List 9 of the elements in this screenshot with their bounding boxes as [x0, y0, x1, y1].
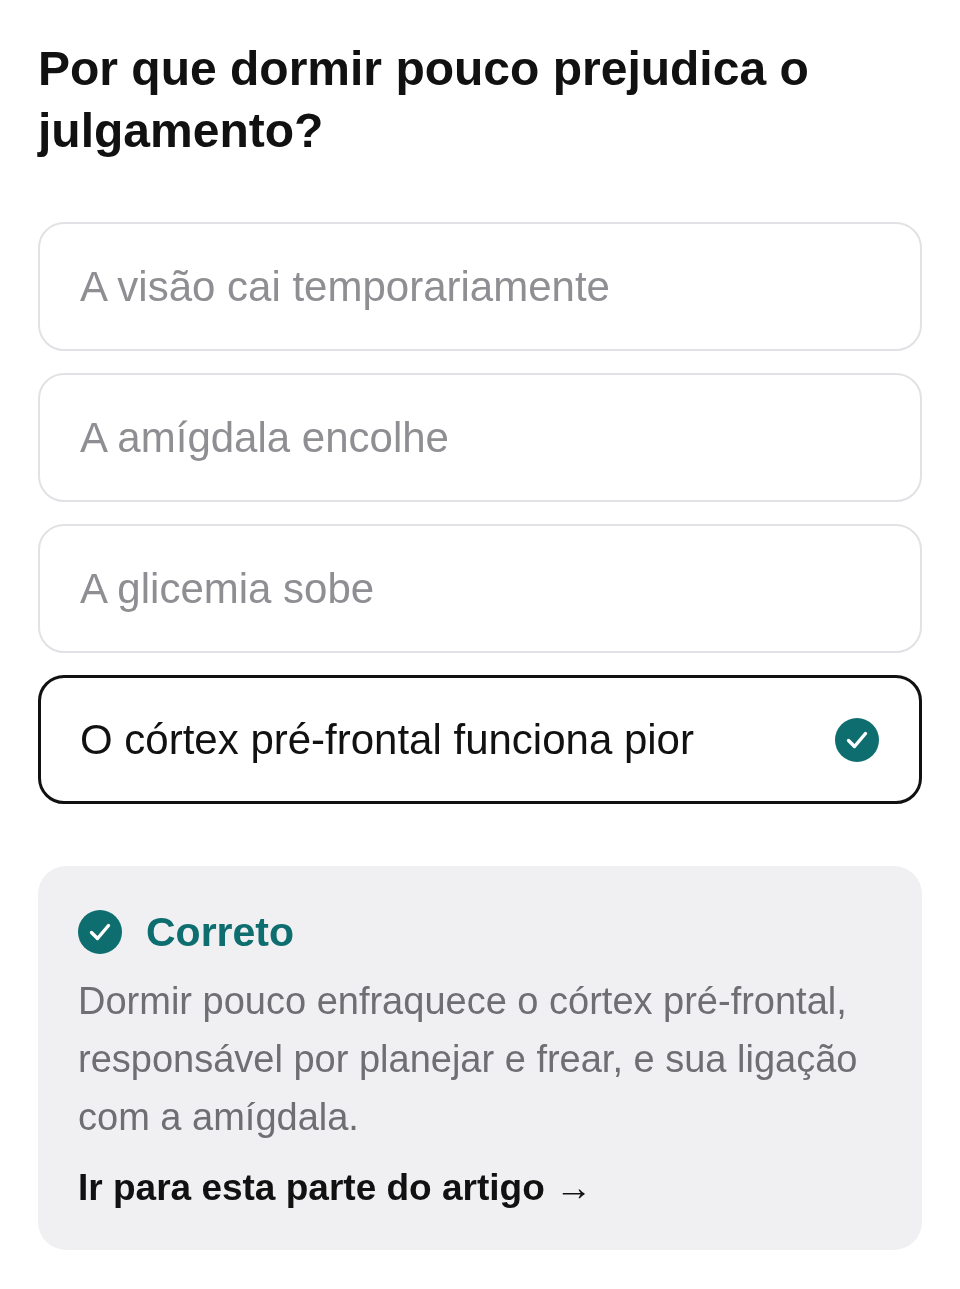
article-link[interactable]: Ir para esta parte do artigo → [78, 1166, 593, 1210]
check-icon [835, 717, 879, 762]
answer-option[interactable]: A amígdala encolhe [38, 373, 922, 502]
answer-option[interactable]: A glicemia sobe [38, 524, 922, 653]
feedback-text: Dormir pouco enfraquece o córtex pré-frontal, responsável por planejar e frear, e sua ligação com a amígdala. [78, 979, 859, 1140]
feedback-title: Correto [146, 908, 295, 956]
answer-option[interactable]: O córtex pré-frontal funciona pior [38, 675, 922, 804]
answer-option[interactable]: A visão cai temporariamente [38, 222, 922, 351]
question-title: Por que dormir pouco prejudica o julgamento? [38, 41, 810, 159]
